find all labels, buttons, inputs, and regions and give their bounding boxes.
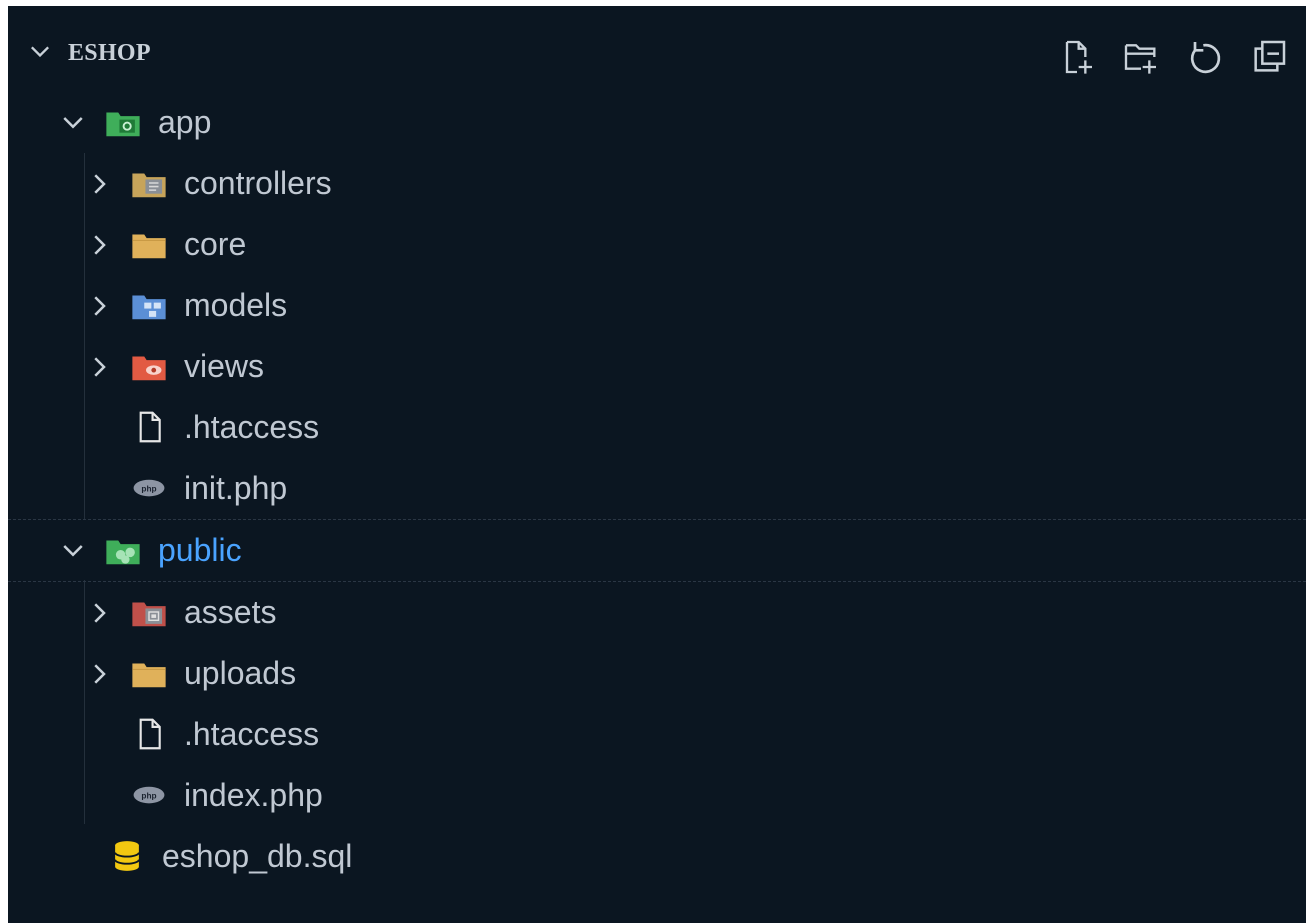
php-file-icon: php (133, 786, 165, 804)
folder-app-icon (106, 112, 140, 137)
section-title: ESHOP (68, 40, 151, 66)
tree-folder-core[interactable]: core (8, 214, 1306, 275)
chevron-down-icon[interactable] (26, 38, 54, 66)
tree-folder-uploads[interactable]: uploads (8, 643, 1306, 704)
tree-item-label: public (158, 532, 242, 568)
tree-item-label: controllers (184, 165, 332, 201)
explorer-section-header[interactable]: ESHOP (8, 24, 1306, 86)
explorer-panel: ESHOP app controllers core models views … (8, 6, 1306, 923)
chevron-down-icon (63, 117, 83, 129)
tree-folder-views[interactable]: views (8, 336, 1306, 397)
file-tree: app controllers core models views .htacc… (8, 92, 1306, 887)
tree-folder-controllers[interactable]: controllers (8, 153, 1306, 214)
file-icon (139, 718, 161, 750)
collapse-all-button[interactable] (1246, 34, 1292, 80)
tree-file-eshop-db-sql[interactable]: eshop_db.sql (8, 826, 1306, 887)
file-icon (139, 411, 161, 443)
tree-item-label: .htaccess (184, 409, 320, 445)
tree-folder-app[interactable]: app (8, 92, 1306, 153)
chevron-right-icon (94, 174, 106, 194)
explorer-actions (1054, 34, 1292, 80)
new-folder-button[interactable] (1118, 34, 1164, 80)
tree-item-label: views (184, 348, 265, 384)
folder-views-icon (132, 356, 166, 381)
database-icon (114, 841, 140, 871)
chevron-right-icon (94, 664, 106, 684)
new-file-button[interactable] (1054, 34, 1100, 80)
tree-item-label: uploads (184, 655, 297, 691)
collapse-all-icon (1254, 40, 1286, 72)
tree-folder-public[interactable]: public (8, 519, 1306, 582)
chevron-right-icon (94, 603, 106, 623)
folder-public-icon (106, 540, 140, 565)
new-file-icon (1065, 40, 1092, 74)
svg-text:php: php (141, 791, 156, 801)
folder-models-icon (132, 295, 166, 320)
refresh-button[interactable] (1182, 34, 1228, 80)
tree-item-label: models (184, 287, 288, 323)
chevron-down-icon (63, 545, 83, 557)
tree-folder-assets[interactable]: assets (8, 582, 1306, 643)
folder-assets-icon (132, 602, 166, 627)
tree-item-label: core (184, 226, 247, 262)
tree-file-init-php[interactable]: php init.php (8, 458, 1306, 519)
tree-item-label: init.php (184, 470, 288, 506)
tree-file-htaccess[interactable]: .htaccess (8, 704, 1306, 765)
chevron-right-icon (94, 357, 106, 377)
tree-file-index-php[interactable]: php index.php (8, 765, 1306, 826)
tree-item-label: index.php (184, 777, 323, 813)
tree-folder-models[interactable]: models (8, 275, 1306, 336)
folder-icon (132, 234, 166, 259)
tree-item-label: assets (184, 594, 277, 630)
tree-item-label: app (158, 104, 212, 140)
new-folder-icon (1124, 44, 1156, 74)
refresh-icon (1190, 42, 1221, 74)
chevron-right-icon (94, 296, 106, 316)
svg-text:php: php (141, 484, 156, 494)
folder-icon (132, 663, 166, 688)
php-file-icon: php (133, 479, 165, 497)
tree-file-htaccess[interactable]: .htaccess (8, 397, 1306, 458)
tree-item-label: .htaccess (184, 716, 320, 752)
tree-item-label: eshop_db.sql (162, 838, 353, 874)
folder-controllers-icon (132, 173, 166, 198)
chevron-right-icon (94, 235, 106, 255)
